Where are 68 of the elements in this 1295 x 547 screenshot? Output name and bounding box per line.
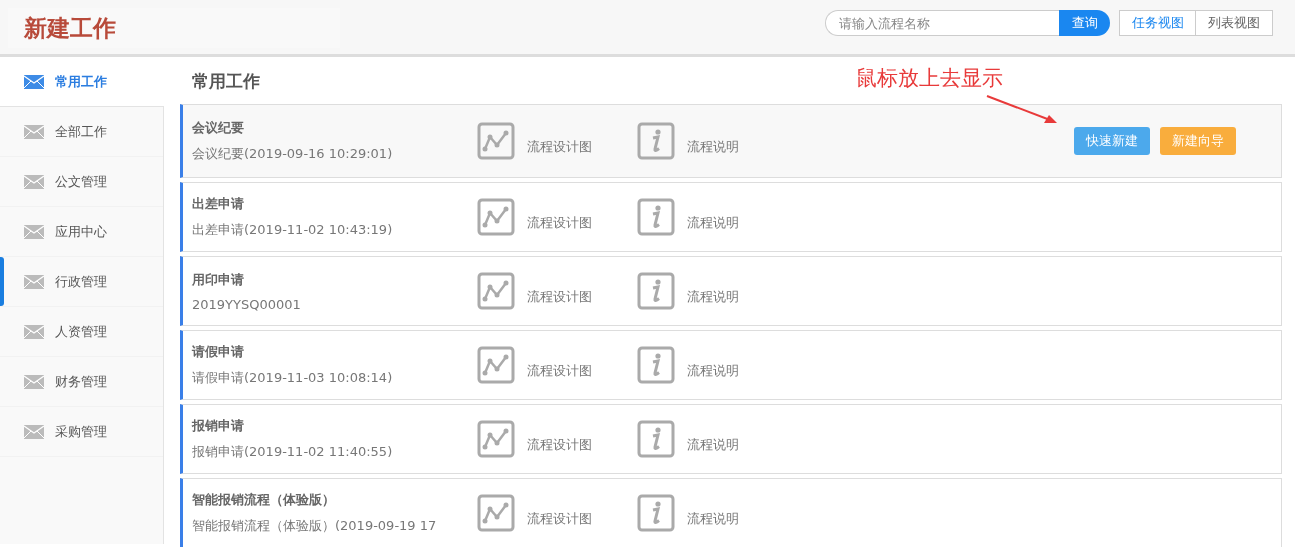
- design-link[interactable]: 流程设计图: [527, 138, 592, 156]
- annotation-arrow: [986, 95, 1058, 125]
- sidebar-item[interactable]: 应用中心: [0, 207, 163, 257]
- sidebar-item[interactable]: 公文管理: [0, 157, 163, 207]
- workflow-row[interactable]: 用印申请 2019YYSQ00001 流程设计图 流程说明: [180, 256, 1282, 326]
- envelope-icon: [24, 274, 44, 289]
- workflow-name: 报销申请: [192, 417, 245, 435]
- design-link[interactable]: 流程设计图: [527, 362, 592, 380]
- design-link[interactable]: 流程设计图: [527, 436, 592, 454]
- sidebar-item[interactable]: 人资管理: [0, 307, 163, 357]
- envelope-icon: [24, 224, 44, 239]
- workflow-name: 出差申请: [192, 195, 245, 213]
- sidebar-item[interactable]: 常用工作: [0, 57, 164, 107]
- line-chart-icon: [477, 272, 515, 310]
- envelope-icon: [24, 324, 44, 339]
- envelope-icon: [24, 424, 44, 439]
- workflow-detail: 出差申请(2019-11-02 10:43:19): [192, 221, 394, 239]
- info-link[interactable]: 流程说明: [687, 362, 739, 380]
- workflow-row[interactable]: 智能报销流程（体验版） 智能报销流程（体验版）(2019-09-19 17 流程设计图 流程说明: [180, 478, 1282, 547]
- sidebar-item[interactable]: 财务管理: [0, 357, 163, 407]
- line-chart-icon: [477, 122, 515, 160]
- hover-indicator: [0, 257, 4, 306]
- info-icon: [637, 494, 675, 532]
- info-link[interactable]: 流程说明: [687, 288, 739, 306]
- workflow-name: 智能报销流程（体验版）: [192, 491, 336, 509]
- line-chart-icon: [477, 494, 515, 532]
- sidebar-item[interactable]: 行政管理: [0, 257, 163, 307]
- annotation-text: 鼠标放上去显示: [856, 65, 1003, 92]
- view-tab[interactable]: 列表视图: [1196, 10, 1273, 36]
- envelope-icon: [24, 374, 44, 389]
- info-icon: [637, 198, 675, 236]
- info-link[interactable]: 流程说明: [687, 510, 739, 528]
- line-chart-icon: [477, 198, 515, 236]
- workflow-detail: 请假申请(2019-11-03 10:08:14): [192, 369, 394, 387]
- workflow-row[interactable]: 出差申请 出差申请(2019-11-02 10:43:19) 流程设计图 流程说明: [180, 182, 1282, 252]
- info-link[interactable]: 流程说明: [687, 436, 739, 454]
- sidebar-item[interactable]: 采购管理: [0, 407, 163, 457]
- info-link[interactable]: 流程说明: [687, 214, 739, 232]
- workflow-detail: 报销申请(2019-11-02 11:40:55): [192, 443, 394, 461]
- info-icon: [637, 346, 675, 384]
- envelope-icon: [24, 74, 44, 89]
- envelope-icon: [24, 174, 44, 189]
- envelope-icon: [24, 124, 44, 139]
- workflow-row[interactable]: 会议纪要 会议纪要(2019-09-16 10:29:01) 流程设计图 流程说明 快速新建 新建向导: [180, 104, 1282, 178]
- workflow-row[interactable]: 报销申请 报销申请(2019-11-02 11:40:55) 流程设计图 流程说明: [180, 404, 1282, 474]
- workflow-detail: 会议纪要(2019-09-16 10:29:01): [192, 145, 394, 163]
- workflow-name: 会议纪要: [192, 119, 245, 137]
- workflow-detail: 2019YYSQ00001: [192, 296, 302, 312]
- workflow-name: 用印申请: [192, 270, 245, 289]
- workflow-detail: 智能报销流程（体验版）(2019-09-19 17: [192, 517, 438, 535]
- section-title: 常用工作: [192, 70, 260, 93]
- info-icon: [637, 272, 675, 310]
- info-link[interactable]: 流程说明: [687, 138, 739, 156]
- search-button[interactable]: 查询: [1059, 10, 1110, 36]
- search-field[interactable]: 请输入流程名称: [825, 10, 1059, 36]
- line-chart-icon: [477, 420, 515, 458]
- workflow-name: 请假申请: [192, 343, 245, 361]
- info-icon: [637, 420, 675, 458]
- quick-create-button[interactable]: 快速新建: [1074, 127, 1150, 155]
- workflow-row[interactable]: 请假申请 请假申请(2019-11-03 10:08:14) 流程设计图 流程说明: [180, 330, 1282, 400]
- design-link[interactable]: 流程设计图: [527, 510, 592, 528]
- sidebar-item[interactable]: 全部工作: [0, 107, 163, 157]
- line-chart-icon: [477, 346, 515, 384]
- design-link[interactable]: 流程设计图: [527, 214, 592, 232]
- page-title: 新建工作: [24, 13, 116, 43]
- view-tab[interactable]: 任务视图: [1119, 10, 1196, 36]
- info-icon: [637, 122, 675, 160]
- design-link[interactable]: 流程设计图: [527, 288, 592, 306]
